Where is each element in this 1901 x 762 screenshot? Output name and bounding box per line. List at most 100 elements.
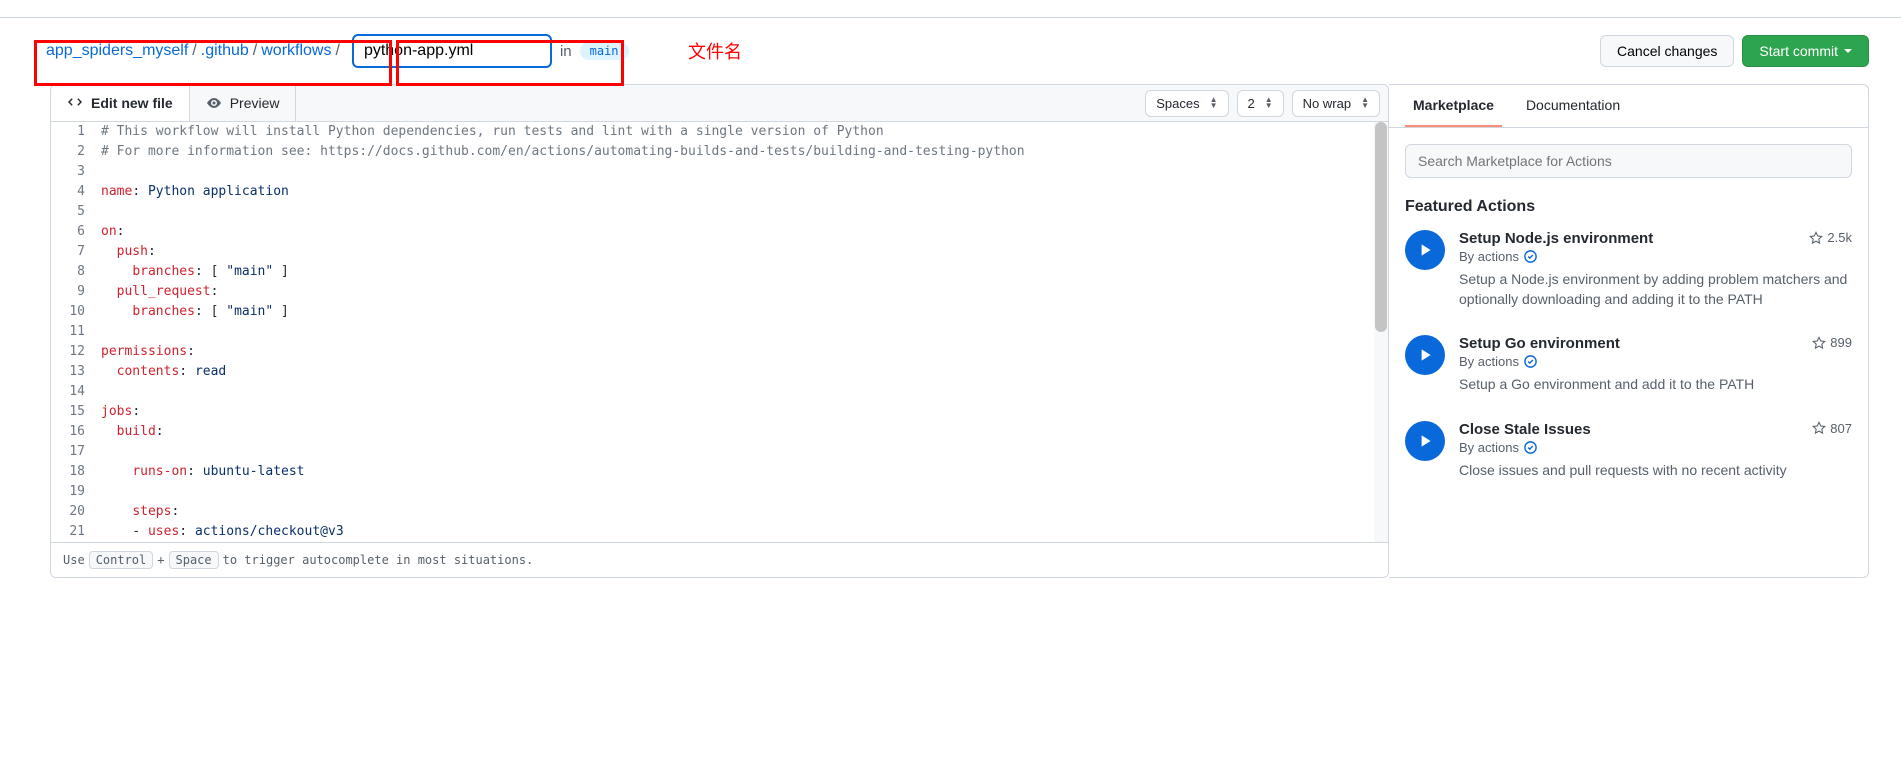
star-count: 899 [1830,335,1852,350]
code-line: 20 steps: [51,502,1388,522]
action-item[interactable]: Setup Node.js environment 2.5k By action… [1405,230,1852,309]
code-content[interactable]: branches: [ "main" ] [101,302,1388,322]
verified-icon [1523,249,1538,264]
line-number[interactable]: 12 [51,342,101,362]
action-item[interactable]: Close Stale Issues 807 By actions Close … [1405,421,1852,481]
code-content[interactable]: push: [101,242,1388,262]
code-content[interactable] [101,162,1388,182]
code-content[interactable]: jobs: [101,402,1388,422]
scrollbar-vertical[interactable] [1374,122,1388,542]
code-line: 7 push: [51,242,1388,262]
action-description: Setup a Go environment and add it to the… [1459,375,1852,395]
line-number[interactable]: 18 [51,462,101,482]
featured-heading: Featured Actions [1405,198,1852,216]
updown-icon: ▲▼ [1265,97,1273,109]
code-content[interactable]: - uses: actions/checkout@v3 [101,522,1388,542]
play-icon [1405,230,1445,270]
editor-panel: Edit new file Preview Spaces ▲▼ 2 ▲▼ No [50,84,1389,578]
line-number[interactable]: 15 [51,402,101,422]
code-content[interactable]: build: [101,422,1388,442]
line-number[interactable]: 19 [51,482,101,502]
code-content[interactable]: branches: [ "main" ] [101,262,1388,282]
line-number[interactable]: 21 [51,522,101,542]
code-content[interactable] [101,382,1388,402]
code-content[interactable]: runs-on: ubuntu-latest [101,462,1388,482]
action-item[interactable]: Setup Go environment 899 By actions Setu… [1405,335,1852,395]
tab-edit-label: Edit new file [91,95,173,111]
kbd-space: Space [169,551,219,569]
code-content[interactable]: # For more information see: https://docs… [101,142,1388,162]
code-line: 3 [51,162,1388,182]
code-content[interactable]: name: Python application [101,182,1388,202]
tab-edit-file[interactable]: Edit new file [51,85,190,121]
code-line: 6on: [51,222,1388,242]
hint-bar: Use Control + Space to trigger autocompl… [51,542,1388,577]
code-content[interactable] [101,482,1388,502]
annotation-label: 文件名 [688,38,742,64]
code-content[interactable]: # This workflow will install Python depe… [101,122,1388,142]
line-number[interactable]: 8 [51,262,101,282]
code-content[interactable]: contents: read [101,362,1388,382]
start-commit-button[interactable]: Start commit [1742,35,1869,67]
code-line: 8 branches: [ "main" ] [51,262,1388,282]
star-count: 2.5k [1827,230,1852,245]
line-number[interactable]: 16 [51,422,101,442]
star-icon [1812,421,1826,435]
code-content[interactable] [101,442,1388,462]
line-number[interactable]: 14 [51,382,101,402]
line-number[interactable]: 10 [51,302,101,322]
star-count: 807 [1830,421,1852,436]
action-stars: 807 [1812,421,1852,436]
line-number[interactable]: 1 [51,122,101,142]
start-commit-label: Start commit [1759,43,1838,59]
action-description: Setup a Node.js environment by adding pr… [1459,270,1852,309]
play-icon [1405,335,1445,375]
code-content[interactable]: steps: [101,502,1388,522]
tab-documentation[interactable]: Documentation [1518,85,1628,127]
wrap-select[interactable]: No wrap ▲▼ [1292,90,1380,117]
line-number[interactable]: 13 [51,362,101,382]
side-panel: Marketplace Documentation Featured Actio… [1389,84,1869,578]
line-number[interactable]: 6 [51,222,101,242]
code-content[interactable] [101,322,1388,342]
line-number[interactable]: 3 [51,162,101,182]
line-number[interactable]: 11 [51,322,101,342]
tab-marketplace[interactable]: Marketplace [1405,85,1502,127]
action-stars: 899 [1812,335,1852,350]
verified-icon [1523,354,1538,369]
action-stars: 2.5k [1809,230,1852,245]
line-number[interactable]: 20 [51,502,101,522]
cancel-button[interactable]: Cancel changes [1600,35,1734,67]
annotation-box-2 [396,40,624,86]
tabs-row: Edit new file Preview Spaces ▲▼ 2 ▲▼ No [51,85,1388,122]
line-number[interactable]: 2 [51,142,101,162]
tab-preview-label: Preview [230,95,280,111]
code-content[interactable]: permissions: [101,342,1388,362]
code-editor[interactable]: 1# This workflow will install Python dep… [51,122,1388,542]
line-number[interactable]: 5 [51,202,101,222]
code-line: 11 [51,322,1388,342]
code-line: 1# This workflow will install Python dep… [51,122,1388,142]
scrollbar-thumb[interactable] [1375,122,1387,332]
search-input[interactable] [1405,144,1852,178]
code-content[interactable]: pull_request: [101,282,1388,302]
line-number[interactable]: 9 [51,282,101,302]
indent-select[interactable]: Spaces ▲▼ [1145,90,1228,117]
code-line: 5 [51,202,1388,222]
code-line: 12permissions: [51,342,1388,362]
tab-preview[interactable]: Preview [190,85,297,121]
line-number[interactable]: 4 [51,182,101,202]
updown-icon: ▲▼ [1210,97,1218,109]
action-title: Close Stale Issues [1459,421,1591,438]
code-content[interactable]: on: [101,222,1388,242]
code-line: 14 [51,382,1388,402]
code-content[interactable] [101,202,1388,222]
action-author: By actions [1459,440,1852,455]
code-line: 17 [51,442,1388,462]
action-author: By actions [1459,249,1852,264]
line-number[interactable]: 17 [51,442,101,462]
kbd-control: Control [89,551,154,569]
code-line: 16 build: [51,422,1388,442]
line-number[interactable]: 7 [51,242,101,262]
size-select[interactable]: 2 ▲▼ [1237,90,1284,117]
